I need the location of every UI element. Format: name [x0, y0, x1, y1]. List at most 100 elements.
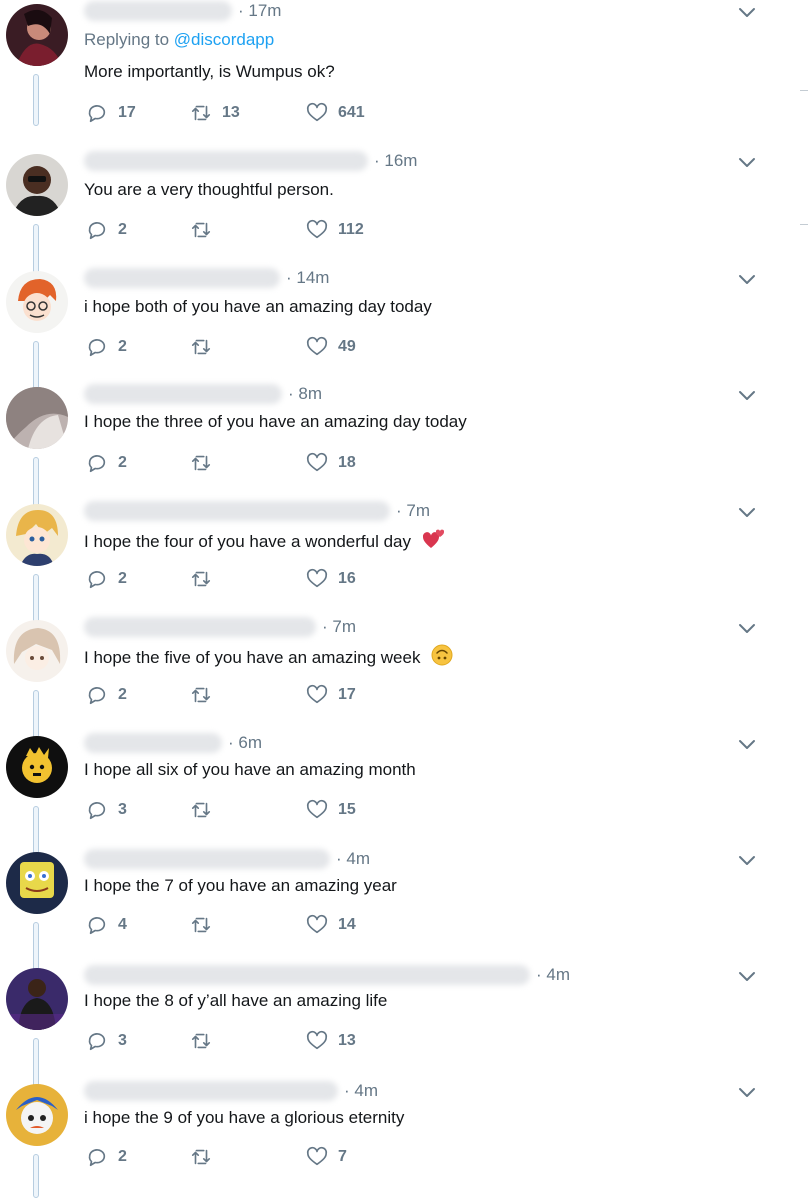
replying-to-handle[interactable]: @discordapp: [174, 30, 274, 49]
avatar[interactable]: [6, 4, 68, 66]
avatar[interactable]: [6, 387, 68, 449]
timestamp[interactable]: · 6m: [228, 733, 262, 753]
retweet-button[interactable]: [190, 684, 306, 706]
tweet[interactable]: · 17m Replying to @discordapp More impor…: [0, 0, 808, 126]
chevron-down-icon[interactable]: [737, 156, 757, 170]
chevron-down-icon[interactable]: [737, 273, 757, 287]
retweet-button[interactable]: [190, 336, 306, 358]
reply-count: 2: [118, 1148, 127, 1165]
reply-button[interactable]: 2: [86, 219, 190, 241]
timestamp[interactable]: · 4m: [536, 965, 570, 985]
chevron-down-icon[interactable]: [737, 970, 757, 984]
chevron-down-icon[interactable]: [737, 854, 757, 868]
chevron-down-icon[interactable]: [737, 6, 757, 20]
like-button[interactable]: 13: [306, 1030, 356, 1052]
tweet-header: · 7m: [84, 616, 356, 638]
heart-icon: [306, 799, 328, 819]
timestamp[interactable]: · 4m: [344, 1081, 378, 1101]
chevron-down-icon[interactable]: [737, 1086, 757, 1100]
reply-button[interactable]: 17: [86, 102, 190, 124]
retweet-button[interactable]: [190, 914, 306, 936]
reply-icon: [88, 687, 106, 705]
heart-icon: [306, 914, 328, 934]
divider: [800, 224, 808, 225]
author-name-redacted[interactable]: [84, 501, 390, 521]
heart-icon: [306, 1030, 328, 1050]
avatar[interactable]: [6, 736, 68, 798]
author-name-redacted[interactable]: [84, 617, 316, 637]
reply-icon: [88, 571, 106, 589]
like-button[interactable]: 641: [306, 102, 365, 124]
tweet[interactable]: · 16m You are a very thoughtful person. …: [0, 150, 808, 276]
like-button[interactable]: 18: [306, 452, 356, 474]
timestamp[interactable]: · 7m: [396, 501, 430, 521]
reply-button[interactable]: 2: [86, 1146, 190, 1168]
author-name-redacted[interactable]: [84, 1081, 338, 1101]
timestamp[interactable]: · 16m: [374, 151, 417, 171]
like-button[interactable]: 49: [306, 336, 356, 358]
tweet[interactable]: · 6m I hope all six of you have an amazi…: [0, 732, 808, 858]
tweet-actions: 4 14: [86, 914, 356, 936]
timestamp[interactable]: · 14m: [286, 268, 329, 288]
chevron-down-icon[interactable]: [737, 738, 757, 752]
avatar[interactable]: [6, 504, 68, 566]
timestamp[interactable]: · 8m: [288, 384, 322, 404]
author-name-redacted[interactable]: [84, 849, 330, 869]
avatar[interactable]: [6, 852, 68, 914]
reply-icon: [88, 917, 106, 935]
like-count: 7: [338, 1148, 347, 1165]
retweet-button[interactable]: [190, 219, 306, 241]
like-button[interactable]: 7: [306, 1146, 347, 1168]
tweet[interactable]: · 7m I hope the four of you have a wonde…: [0, 500, 808, 626]
reply-button[interactable]: 2: [86, 452, 190, 474]
heart-icon: [306, 219, 328, 239]
chevron-down-icon[interactable]: [737, 506, 757, 520]
retweet-button[interactable]: [190, 1146, 306, 1168]
tweet[interactable]: · 7m I hope the five of you have an amaz…: [0, 616, 808, 742]
retweet-button[interactable]: [190, 452, 306, 474]
tweet[interactable]: · 14m i hope both of you have an amazing…: [0, 267, 808, 393]
timestamp[interactable]: · 7m: [322, 617, 356, 637]
reply-button[interactable]: 4: [86, 914, 190, 936]
like-button[interactable]: 112: [306, 219, 364, 241]
tweet-text: I hope all six of you have an amazing mo…: [84, 760, 416, 779]
tweet-header: · 4m: [84, 964, 570, 986]
two-hearts-emoji: [422, 529, 444, 548]
like-button[interactable]: 15: [306, 799, 356, 821]
like-button[interactable]: 17: [306, 684, 356, 706]
like-button[interactable]: 16: [306, 568, 356, 590]
tweet[interactable]: · 8m I hope the three of you have an ama…: [0, 383, 808, 509]
chevron-down-icon[interactable]: [737, 389, 757, 403]
timestamp[interactable]: · 4m: [336, 849, 370, 869]
avatar[interactable]: [6, 271, 68, 333]
author-name-redacted[interactable]: [84, 733, 222, 753]
author-name-redacted[interactable]: [84, 965, 530, 985]
timestamp[interactable]: · 17m: [238, 1, 281, 21]
retweet-button[interactable]: [190, 1030, 306, 1052]
avatar[interactable]: [6, 154, 68, 216]
avatar[interactable]: [6, 620, 68, 682]
like-button[interactable]: 14: [306, 914, 356, 936]
avatar[interactable]: [6, 968, 68, 1030]
reply-button[interactable]: 2: [86, 336, 190, 358]
retweet-button[interactable]: [190, 568, 306, 590]
reply-button[interactable]: 3: [86, 799, 190, 821]
reply-button[interactable]: 2: [86, 684, 190, 706]
author-name-redacted[interactable]: [84, 268, 280, 288]
heart-icon: [306, 102, 328, 122]
tweet[interactable]: · 4m I hope the 8 of y’all have an amazi…: [0, 964, 808, 1090]
like-count: 13: [338, 1032, 356, 1049]
tweet-text: i hope the 9 of you have a glorious eter…: [84, 1108, 405, 1127]
author-name-redacted[interactable]: [84, 151, 368, 171]
author-name-redacted[interactable]: [84, 384, 282, 404]
avatar[interactable]: [6, 1084, 68, 1146]
tweet-text: More importantly, is Wumpus ok?: [84, 62, 335, 81]
retweet-button[interactable]: [190, 799, 306, 821]
tweet[interactable]: · 4m i hope the 9 of you have a glorious…: [0, 1080, 808, 1198]
retweet-button[interactable]: 13: [190, 102, 306, 124]
tweet[interactable]: · 4m I hope the 7 of you have an amazing…: [0, 848, 808, 974]
reply-button[interactable]: 2: [86, 568, 190, 590]
chevron-down-icon[interactable]: [737, 622, 757, 636]
author-name-redacted[interactable]: [84, 1, 232, 21]
reply-button[interactable]: 3: [86, 1030, 190, 1052]
